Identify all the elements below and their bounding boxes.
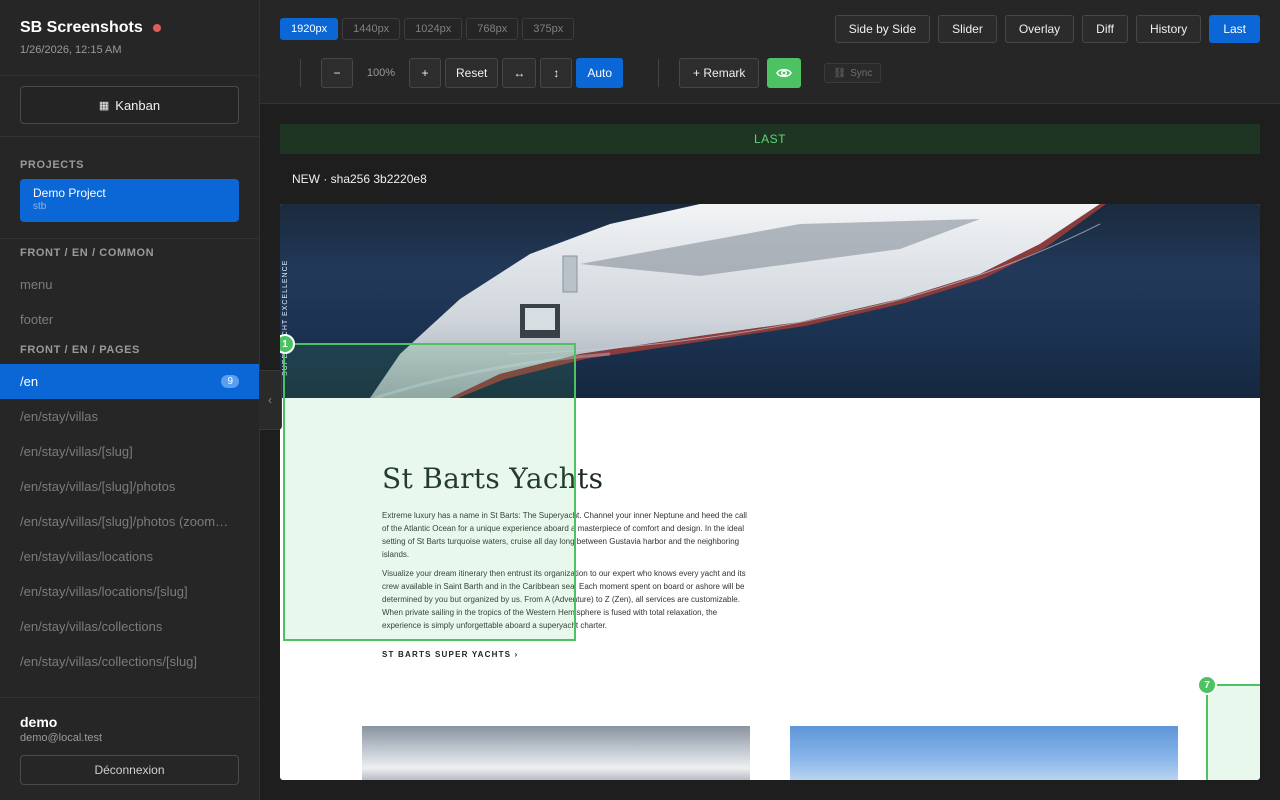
mode-diff-button[interactable]: Diff [1082,15,1128,43]
sidebar: SB Screenshots 1/26/2026, 12:15 AM ▦ Kan… [0,0,260,800]
thumbnail-image-right [790,726,1178,780]
project-card-demo[interactable]: Demo Project stb [20,179,239,222]
sync-button[interactable]: ⛓ Sync [824,63,882,83]
remark-region-7[interactable] [1206,684,1260,780]
nav-item-locations[interactable]: /en/stay/villas/locations [0,539,259,574]
nav-item-menu[interactable]: menu [0,267,259,302]
fit-height-button[interactable]: ↕ [540,58,573,88]
logout-button[interactable]: Déconnexion [20,755,239,785]
user-email: demo@local.test [20,732,103,744]
view-mode-selector: Side by Side Slider Overlay Diff History… [834,15,1260,43]
nav-item-locations-slug[interactable]: /en/stay/villas/locations/[slug] [0,574,259,609]
nav-item-en[interactable]: /en 9 [0,364,259,399]
kanban-icon: ▦ [98,99,110,112]
project-name: Demo Project [33,186,106,200]
link-icon: ⛓ [833,67,847,79]
zoom-level: 100% [366,67,396,79]
chevron-left-icon: ‹ [268,393,272,407]
screenshot-frame[interactable]: SUPERYACHT EXCELLENCE St Barts Yachts Ex… [280,204,1260,780]
add-remark-button[interactable]: + Remark [679,58,760,88]
resolution-selector: 1920px 1440px 1024px 768px 375px [280,18,575,40]
nav-item-villas-photos[interactable]: /en/stay/villas/[slug]/photos [0,469,259,504]
version-label: NEW · sha256 3b2220e8 [292,172,427,186]
thumbnail-image-left [362,726,750,780]
count-badge: 9 [221,375,239,388]
nav-item-footer[interactable]: footer [0,302,259,337]
screenshot-viewer: LAST NEW · sha256 3b2220e8 SUPERYACHT EX… [260,104,1280,800]
user-name: demo [20,714,58,730]
sidebar-collapse-handle[interactable]: ‹ [259,370,282,430]
mode-overlay-button[interactable]: Overlay [1004,15,1075,43]
eye-icon [776,68,793,78]
sync-label: Sync [850,67,873,79]
nav-item-villas[interactable]: /en/stay/villas [0,399,259,434]
nav-item-villas-photos-zoom[interactable]: /en/stay/villas/[slug]/photos (zoom… [0,504,259,539]
remark-region-1[interactable] [283,343,576,641]
remark-pin-7[interactable]: 7 [1197,675,1217,695]
kanban-label: Kanban [115,97,161,113]
group-heading-pages: FRONT / EN / PAGES [20,344,140,356]
kanban-button[interactable]: ▦ Kanban [20,86,239,124]
auto-button[interactable]: Auto [576,58,624,88]
nav-item-villas-slug[interactable]: /en/stay/villas/[slug] [0,434,259,469]
user-panel: demo demo@local.test Déconnexion [0,697,259,800]
res-button-1024[interactable]: 1024px [404,18,463,40]
divider [658,59,660,87]
toggle-remarks-button[interactable] [767,58,802,88]
mode-history-button[interactable]: History [1135,15,1202,43]
res-button-1440[interactable]: 1440px [342,18,401,40]
fit-width-button[interactable]: ↔ [502,58,537,88]
zoom-in-button[interactable]: + [409,58,441,88]
cta-link[interactable]: ST BARTS SUPER YACHTS › [382,650,752,659]
mode-last-button[interactable]: Last [1209,15,1260,43]
nav-item-collections[interactable]: /en/stay/villas/collections [0,609,259,644]
reset-button[interactable]: Reset [445,58,499,88]
zoom-controls: − 100% + Reset ↔ ↕ Auto + Remark ⛓ Sync [300,58,882,88]
res-button-375[interactable]: 375px [522,18,575,40]
mode-slider-button[interactable]: Slider [938,15,997,43]
app-title: SB Screenshots [20,19,143,36]
group-heading-common: FRONT / EN / COMMON [20,247,155,259]
app-root: SB Screenshots 1/26/2026, 12:15 AM ▦ Kan… [0,0,1280,800]
status-dot [152,24,161,32]
mode-banner: LAST [280,124,1260,154]
toolbar: 1920px 1440px 1024px 768px 375px Side by… [260,0,1280,104]
mode-side-by-side-button[interactable]: Side by Side [834,15,931,43]
divider [300,59,301,87]
project-slug: stb [33,201,47,212]
res-button-1920[interactable]: 1920px [280,18,339,40]
nav-item-collections-slug[interactable]: /en/stay/villas/collections/[slug] [0,644,259,679]
brand-header: SB Screenshots 1/26/2026, 12:15 AM [0,0,259,76]
zoom-out-button[interactable]: − [321,58,353,88]
projects-heading: PROJECTS [20,159,85,171]
capture-date: 1/26/2026, 12:15 AM [20,44,122,56]
res-button-768[interactable]: 768px [466,18,519,40]
